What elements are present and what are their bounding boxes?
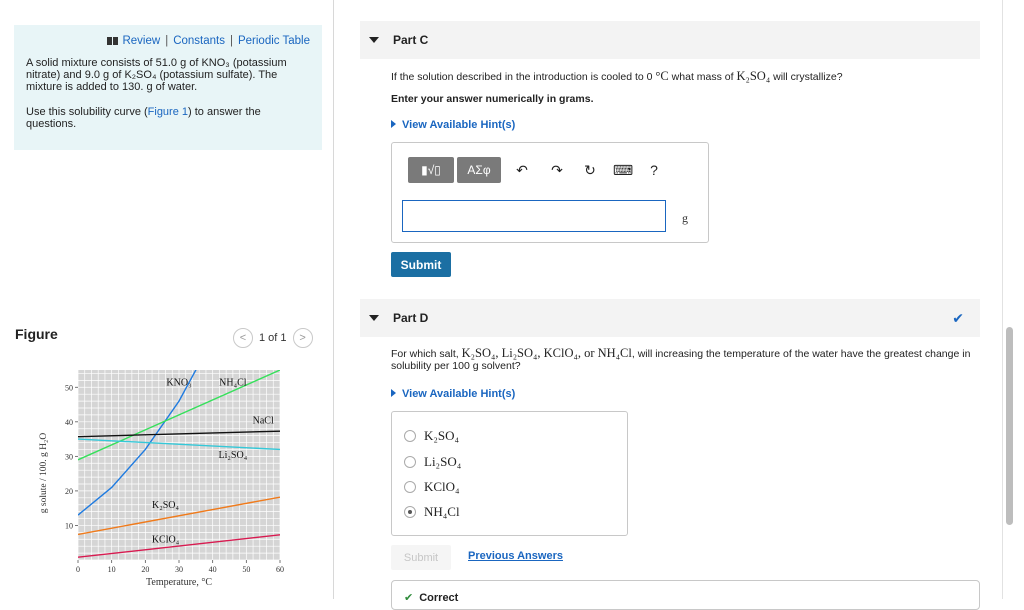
scrollbar-thumb[interactable] (1006, 327, 1013, 525)
x-tick-label: 10 (108, 565, 116, 574)
series-label: NaCl (253, 416, 274, 427)
part-c-header[interactable]: Part C (360, 21, 980, 59)
choice-kclo4[interactable]: KClO₄ (404, 479, 460, 495)
intro-paragraph: A solid mixture consists of 51.0 g of KN… (26, 57, 287, 93)
expand-arrow-icon (391, 389, 396, 397)
part-c-instruction: Enter your answer numerically in grams. (391, 93, 594, 105)
symbols-button[interactable]: ΑΣφ (457, 157, 501, 183)
part-c-hint-link[interactable]: View Available Hint(s) (391, 119, 515, 131)
part-d-submit-button: Submit (391, 545, 451, 570)
series-label: Li₂SO₄ (219, 450, 248, 461)
radio-button[interactable] (404, 456, 416, 468)
series-label: NH₄Cl (219, 378, 247, 389)
collapse-caret-icon (369, 37, 379, 43)
math-toolbar: ▮√▯ ΑΣφ ↶ ↷ ↻ ⌨ ? (408, 157, 666, 183)
answer-editor: ▮√▯ ΑΣφ ↶ ↷ ↻ ⌨ ? g (391, 142, 709, 243)
keyboard-icon: ⌨ (612, 161, 634, 178)
figure-title: Figure (15, 326, 58, 342)
column-divider (333, 0, 334, 599)
help-icon: ? (650, 162, 658, 178)
review-link[interactable]: Review (122, 35, 160, 47)
undo-icon: ↶ (516, 161, 528, 178)
radio-button[interactable] (404, 430, 416, 442)
part-c-question: If the solution described in the introdu… (391, 69, 843, 83)
x-tick-label: 0 (76, 565, 80, 574)
templates-button[interactable]: ▮√▯ (408, 157, 454, 183)
figure-pager: < 1 of 1 > (233, 328, 313, 348)
redo-button[interactable]: ↷ (545, 157, 569, 183)
x-axis-label: Temperature, °C (146, 577, 212, 588)
periodic-table-link[interactable]: Periodic Table (238, 35, 310, 47)
answer-input[interactable] (402, 200, 666, 232)
part-d-question: For which salt, K₂SO₄, Li₂SO₄, KClO₄, or… (391, 346, 971, 372)
intro-panel: Review | Constants | Periodic Table A solid … (14, 25, 322, 150)
x-tick-label: 40 (209, 565, 217, 574)
y-tick-label: 50 (65, 383, 73, 392)
series-label: KClO₄ (152, 535, 180, 546)
chevron-left-icon: < (239, 332, 247, 344)
figure-page-indicator: 1 of 1 (259, 332, 287, 344)
x-tick-label: 60 (276, 565, 284, 574)
x-tick-label: 50 (242, 565, 250, 574)
choice-li2so4[interactable]: Li₂SO₄ (404, 454, 461, 470)
checkmark-icon: ✔ (952, 309, 964, 326)
y-tick-label: 20 (65, 487, 73, 496)
choice-nh4cl[interactable]: NH₄Cl (404, 504, 460, 520)
undo-button[interactable]: ↶ (510, 157, 534, 183)
chevron-right-icon: > (299, 332, 306, 344)
figure-link[interactable]: Figure 1 (148, 106, 188, 118)
collapse-caret-icon (369, 315, 379, 321)
radio-button-selected[interactable] (404, 506, 416, 518)
scrollbar-track (1002, 0, 1003, 599)
part-d-hint-link[interactable]: View Available Hint(s) (391, 388, 515, 400)
choice-list: K₂SO₄ Li₂SO₄ KClO₄ NH₄Cl (391, 411, 628, 536)
y-tick-label: 40 (65, 418, 73, 427)
figure-prev-button[interactable]: < (233, 328, 253, 348)
unit-label: g (682, 211, 688, 225)
resource-links: Review | Constants | Periodic Table (26, 35, 310, 47)
part-c-submit-button[interactable]: Submit (391, 252, 451, 277)
series-label: KNO₃ (166, 378, 191, 389)
figure-next-button[interactable]: > (292, 328, 313, 348)
choice-k2so4[interactable]: K₂SO₄ (404, 428, 459, 444)
part-d-header[interactable]: Part D ✔ (360, 299, 980, 337)
correct-check-icon: ✔ (404, 592, 414, 604)
y-tick-label: 30 (65, 452, 73, 461)
previous-answers-link[interactable]: Previous Answers (468, 550, 563, 562)
x-tick-label: 20 (141, 565, 149, 574)
expand-arrow-icon (391, 120, 396, 128)
x-tick-label: 30 (175, 565, 183, 574)
radio-button[interactable] (404, 481, 416, 493)
redo-icon: ↷ (551, 161, 563, 178)
greek-symbols-icon: ΑΣφ (467, 163, 491, 177)
solubility-chart: 0 10 20 30 40 50 60 10 20 30 40 50 Temperature, °C g … (39, 370, 284, 588)
constants-link[interactable]: Constants (173, 35, 225, 47)
intro-instructions: Use this solubility curve (Figure 1) to … (26, 106, 261, 130)
template-icon: ▮√▯ (421, 163, 441, 177)
review-icon (107, 36, 119, 45)
series-label: K₂SO₄ (152, 500, 179, 511)
keyboard-button[interactable]: ⌨ (611, 157, 635, 183)
reset-button[interactable]: ↻ (578, 157, 602, 183)
help-button[interactable]: ? (642, 157, 666, 183)
y-axis-label: g solute / 100. g H₂O (39, 433, 49, 514)
y-tick-label: 10 (65, 521, 73, 530)
reset-icon: ↻ (584, 161, 596, 178)
feedback-correct: ✔ Correct (391, 580, 980, 610)
